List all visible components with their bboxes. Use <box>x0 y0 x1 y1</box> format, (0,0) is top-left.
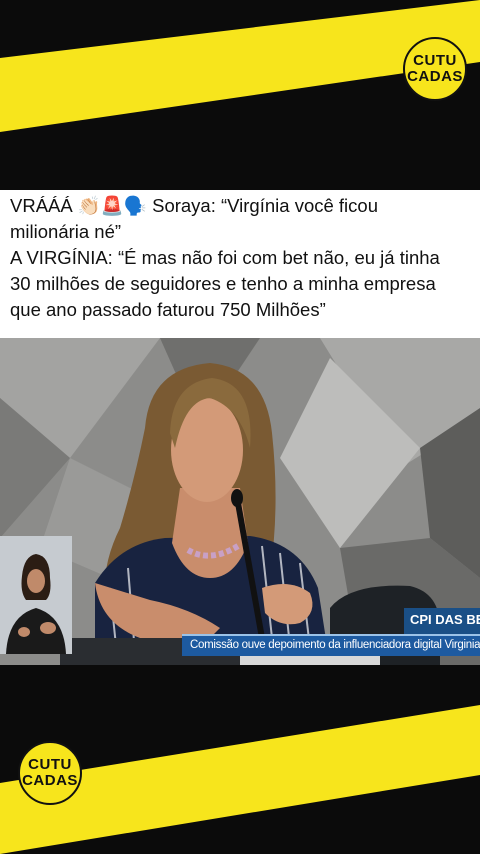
logo-text-line2: CADAS <box>22 772 78 789</box>
logo-text-line1: CUTU <box>413 52 457 69</box>
caption-line: A VIRGÍNIA: “É mas não foi com bet não, … <box>10 247 440 268</box>
logo-text-line2: CADAS <box>407 68 463 85</box>
caption-line: VRÁÁÁ 👏🏻🚨🗣️ Soraya: “Virgínia você ficou <box>10 195 378 216</box>
top-banner: CUTU CADAS <box>0 0 480 190</box>
caption-line: 30 milhões de seguidores e tenho a minha… <box>10 273 436 294</box>
program-title: CPI DAS BET <box>410 612 480 627</box>
cutucadas-logo: CUTU CADAS <box>18 741 82 805</box>
interpreter-figure <box>0 536 72 654</box>
caption-line: que ano passado faturou 750 Milhões” <box>10 299 326 320</box>
sign-language-interpreter-inset <box>0 536 72 654</box>
post-caption: VRÁÁÁ 👏🏻🚨🗣️ Soraya: “Virgínia você ficou… <box>0 190 480 338</box>
video-frame[interactable]: CPI DAS BET Comissão ouve depoimento da … <box>0 338 480 665</box>
lower-third-headline: Comissão ouve depoimento da influenciado… <box>190 639 480 651</box>
yellow-diagonal-stripe <box>0 0 480 132</box>
cutucadas-logo: CUTU CADAS <box>403 37 467 101</box>
news-lower-third: CPI DAS BET Comissão ouve depoimento da … <box>182 608 480 658</box>
caption-line: milionária né” <box>10 221 122 242</box>
logo-text-line1: CUTU <box>28 756 72 773</box>
